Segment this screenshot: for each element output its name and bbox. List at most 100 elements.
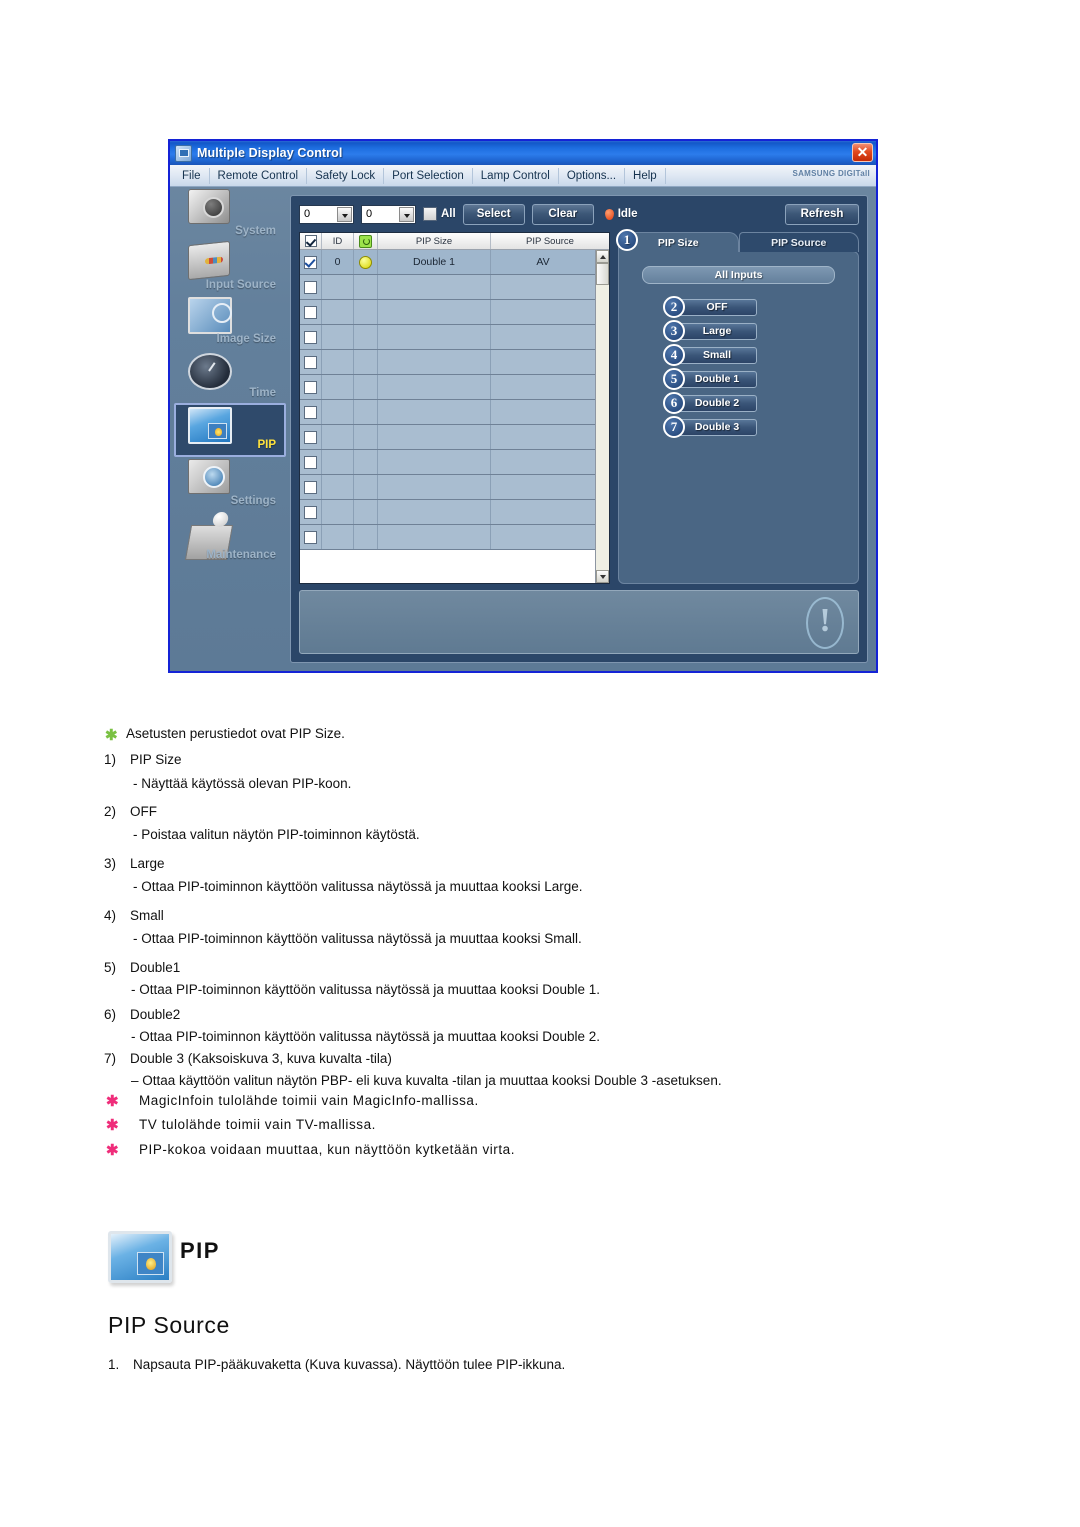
tab-pip-source[interactable]: PIP Source bbox=[738, 232, 859, 252]
checkbox-icon[interactable] bbox=[304, 480, 317, 494]
menu-item-remote-control[interactable]: Remote Control bbox=[210, 167, 308, 184]
table-row[interactable] bbox=[300, 350, 595, 375]
row-power-cell bbox=[354, 300, 378, 324]
menu-item-port-selection[interactable]: Port Selection bbox=[384, 167, 473, 184]
close-icon[interactable]: ✕ bbox=[852, 143, 873, 162]
sidebar-item-pip[interactable]: PIP bbox=[174, 403, 286, 457]
sidebar-item-input-source[interactable]: Input Source bbox=[176, 240, 284, 295]
option-row-off: 2 OFF bbox=[663, 295, 858, 319]
table-row[interactable] bbox=[300, 300, 595, 325]
table-row[interactable] bbox=[300, 525, 595, 550]
row-checkbox-cell[interactable] bbox=[300, 250, 322, 274]
row-checkbox-cell[interactable] bbox=[300, 325, 322, 349]
scrollbar-track[interactable] bbox=[596, 285, 609, 570]
pip-size-large-button[interactable]: Large bbox=[677, 322, 757, 340]
pip-size-off-button[interactable]: OFF bbox=[677, 298, 757, 316]
grid-header-id[interactable]: ID bbox=[322, 233, 354, 249]
scroll-up-icon[interactable] bbox=[596, 250, 609, 263]
row-checkbox-cell[interactable] bbox=[300, 450, 322, 474]
grid-header-select-all[interactable] bbox=[300, 233, 322, 249]
checkbox-icon[interactable] bbox=[304, 330, 317, 344]
pink-asterisk-icon: ✱ bbox=[106, 1093, 119, 1110]
table-row[interactable] bbox=[300, 475, 595, 500]
menu-item-file[interactable]: File bbox=[174, 167, 210, 184]
pip-size-small-button[interactable]: Small bbox=[677, 346, 757, 364]
checkbox-icon[interactable] bbox=[304, 530, 317, 544]
table-row[interactable] bbox=[300, 275, 595, 300]
pip-size-double1-button[interactable]: Double 1 bbox=[677, 370, 757, 388]
menu-item-safety-lock[interactable]: Safety Lock bbox=[307, 167, 385, 184]
table-row[interactable] bbox=[300, 500, 595, 525]
grid-rows: 0 Double 1 AV bbox=[300, 250, 595, 583]
pink-asterisk-icon: ✱ bbox=[106, 1142, 119, 1159]
power-status-icon bbox=[359, 255, 372, 269]
id-to-dropdown[interactable]: 0 bbox=[361, 204, 416, 224]
sidebar-item-system[interactable]: System bbox=[176, 187, 284, 241]
table-row[interactable] bbox=[300, 375, 595, 400]
table-row[interactable] bbox=[300, 325, 595, 350]
sidebar-item-time[interactable]: Time bbox=[176, 349, 284, 403]
table-row[interactable] bbox=[300, 450, 595, 475]
refresh-button[interactable]: Refresh bbox=[785, 203, 859, 225]
table-row[interactable]: 0 Double 1 AV bbox=[300, 250, 595, 275]
chevron-down-icon[interactable] bbox=[337, 206, 352, 222]
checkbox-icon[interactable] bbox=[304, 455, 317, 469]
checkbox-icon[interactable] bbox=[304, 405, 317, 419]
row-checkbox-cell[interactable] bbox=[300, 300, 322, 324]
callout-badge-7: 7 bbox=[663, 416, 685, 438]
sidebar-item-label: System bbox=[235, 225, 276, 237]
row-checkbox-cell[interactable] bbox=[300, 375, 322, 399]
checkbox-icon[interactable] bbox=[304, 380, 317, 394]
tab-label: PIP Source bbox=[771, 236, 827, 249]
table-row[interactable] bbox=[300, 400, 595, 425]
row-power-cell bbox=[354, 475, 378, 499]
scrollbar-thumb[interactable] bbox=[596, 263, 609, 285]
list-item-title: Double 3 (Kaksoiskuva 3, kuva kuvalta -t… bbox=[130, 1051, 392, 1066]
grid-header-power[interactable] bbox=[354, 233, 378, 249]
chevron-down-icon[interactable] bbox=[399, 206, 414, 222]
row-checkbox-cell[interactable] bbox=[300, 500, 322, 524]
row-pip-size bbox=[378, 425, 491, 449]
pip-size-double2-button[interactable]: Double 2 bbox=[677, 394, 757, 412]
menu-item-options[interactable]: Options... bbox=[559, 167, 626, 184]
table-row[interactable] bbox=[300, 425, 595, 450]
row-checkbox-cell[interactable] bbox=[300, 525, 322, 549]
content-row: ID PIP Size PIP Source 0 Double 1 AV 1 P… bbox=[299, 229, 859, 584]
menu-item-help[interactable]: Help bbox=[625, 167, 666, 184]
sidebar-item-maintenance[interactable]: Maintenance bbox=[176, 511, 284, 565]
row-pip-size bbox=[378, 350, 491, 374]
scroll-down-icon[interactable] bbox=[596, 570, 609, 583]
id-from-dropdown[interactable]: 0 bbox=[299, 204, 354, 224]
sidebar-item-image-size[interactable]: Image Size bbox=[176, 295, 284, 349]
checkbox-icon[interactable] bbox=[423, 207, 437, 221]
list-item-title: Double2 bbox=[130, 1007, 181, 1022]
checkbox-checked-icon[interactable] bbox=[304, 255, 317, 269]
list-item-number: 3) bbox=[104, 856, 117, 871]
callout-badge-5: 5 bbox=[663, 368, 685, 390]
row-checkbox-cell[interactable] bbox=[300, 400, 322, 424]
all-checkbox[interactable]: All bbox=[423, 207, 456, 221]
checkbox-icon[interactable] bbox=[304, 430, 317, 444]
tab-content: All Inputs 2 OFF 3 Large 4 Small 5 Doubl… bbox=[618, 251, 859, 584]
grid-header-pip-size[interactable]: PIP Size bbox=[378, 233, 491, 249]
checkbox-icon[interactable] bbox=[304, 280, 317, 294]
samsung-logo: SAMSUNG DIGITall bbox=[792, 169, 870, 178]
checkbox-icon[interactable] bbox=[304, 305, 317, 319]
sidebar-item-settings[interactable]: Settings bbox=[176, 457, 284, 511]
tab-pip-size[interactable]: 1 PIP Size bbox=[616, 229, 739, 252]
row-checkbox-cell[interactable] bbox=[300, 425, 322, 449]
checkbox-icon[interactable] bbox=[304, 355, 317, 369]
clear-button[interactable]: Clear bbox=[531, 203, 594, 225]
row-pip-source bbox=[491, 350, 595, 374]
grid-scrollbar[interactable] bbox=[595, 250, 609, 583]
row-checkbox-cell[interactable] bbox=[300, 275, 322, 299]
pip-size-double3-button[interactable]: Double 3 bbox=[677, 418, 757, 436]
checkbox-checked-icon[interactable] bbox=[304, 235, 317, 247]
row-checkbox-cell[interactable] bbox=[300, 350, 322, 374]
row-checkbox-cell[interactable] bbox=[300, 475, 322, 499]
select-button[interactable]: Select bbox=[462, 203, 525, 225]
grid-header-pip-source[interactable]: PIP Source bbox=[491, 233, 609, 249]
checkbox-icon[interactable] bbox=[304, 505, 317, 519]
menu-item-lamp-control[interactable]: Lamp Control bbox=[473, 167, 559, 184]
status-dot-icon bbox=[604, 208, 614, 220]
